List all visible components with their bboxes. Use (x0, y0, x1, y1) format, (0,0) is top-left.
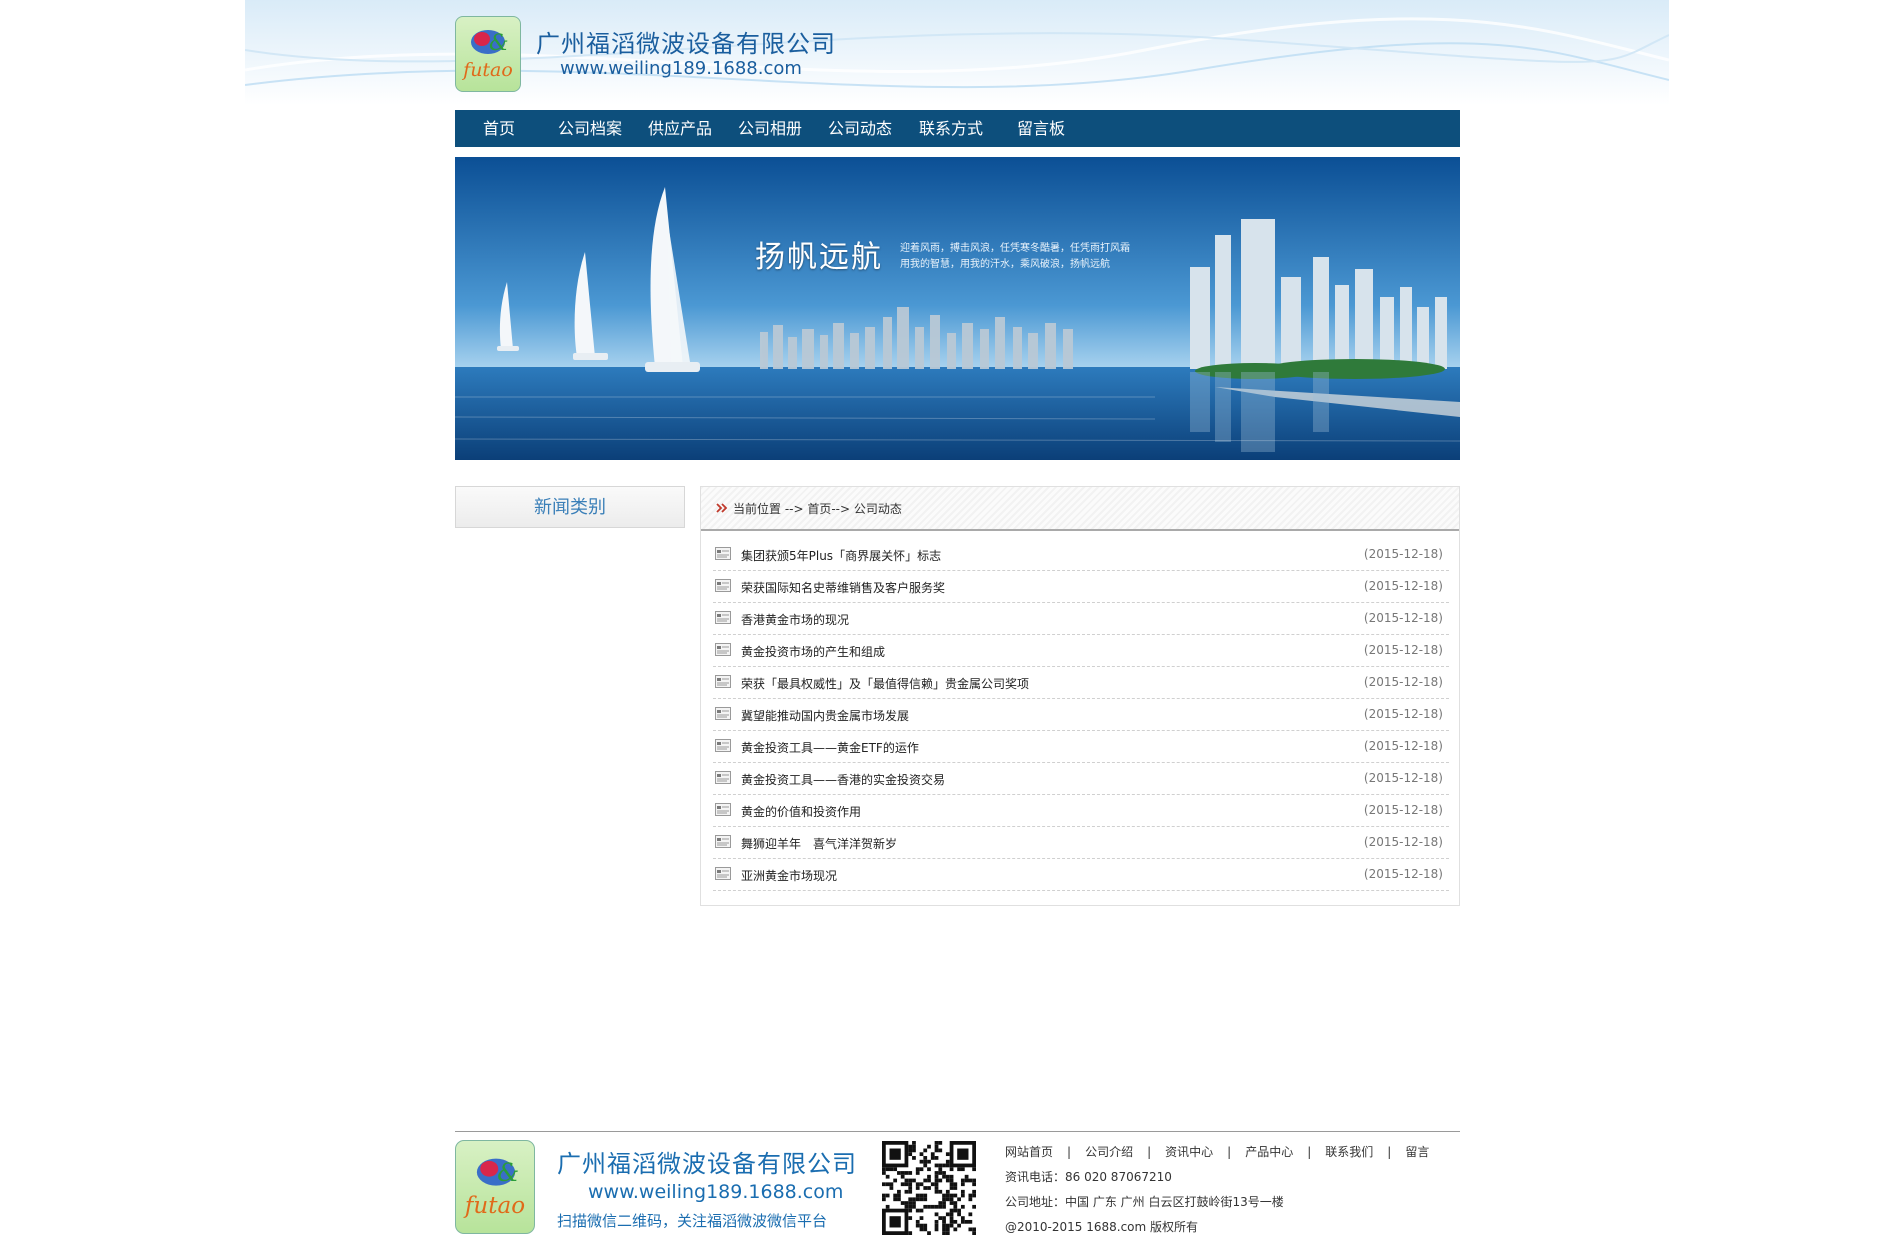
document-icon (715, 771, 731, 784)
main-nav: 首页 公司档案 供应产品 公司相册 公司动态 联系方式 留言板 (455, 110, 1460, 147)
footer-link-separator: | (1307, 1145, 1312, 1159)
document-icon (715, 739, 731, 752)
logo-text: futao (463, 59, 513, 81)
news-date: (2015-12-18) (1363, 739, 1443, 753)
news-title[interactable]: 亚洲黄金市场现况 (741, 867, 837, 884)
news-title[interactable]: 黄金投资市场的产生和组成 (741, 643, 885, 660)
news-list-item[interactable]: 舞狮迎羊年 喜气洋洋贺新岁 (2015-12-18) (713, 827, 1449, 859)
news-title[interactable]: 黄金投资工具——香港的实金投资交易 (741, 771, 945, 788)
news-title[interactable]: 荣获国际知名史蒂维销售及客户服务奖 (741, 579, 945, 596)
news-list: 集团获颁5年Plus「商界展关怀」标志 (2015-12-18) 荣获国际知名史蒂维… (713, 539, 1449, 891)
footer-divider (455, 1131, 1460, 1132)
breadcrumb: 当前位置 --> 首页--> 公司动态 (733, 502, 902, 516)
footer-link-separator: | (1387, 1145, 1392, 1159)
footer-link-home[interactable]: 网站首页 (1005, 1145, 1053, 1159)
nav-item-company-profile[interactable]: 公司档案 (558, 110, 622, 147)
document-icon (715, 547, 731, 560)
news-list-item[interactable]: 冀望能推动国内贵金属市场发展 (2015-12-18) (713, 699, 1449, 731)
footer-link-guestbook[interactable]: 留言 (1405, 1145, 1429, 1159)
news-list-item[interactable]: 香港黄金市场的现况 (2015-12-18) (713, 603, 1449, 635)
footer-logo-text: futao (464, 1193, 526, 1219)
news-date: (2015-12-18) (1363, 579, 1443, 593)
news-title[interactable]: 荣获「最具权威性」及「最值得信赖」贵金属公司奖项 (741, 675, 1029, 692)
news-title[interactable]: 舞狮迎羊年 喜气洋洋贺新岁 (741, 835, 897, 852)
footer-link-separator: | (1227, 1145, 1232, 1159)
footer-logo: & futao (455, 1140, 535, 1234)
news-list-item[interactable]: 亚洲黄金市场现况 (2015-12-18) (713, 859, 1449, 891)
news-date: (2015-12-18) (1363, 803, 1443, 817)
document-icon (715, 643, 731, 656)
double-chevron-right-icon (716, 503, 728, 513)
document-icon (715, 579, 731, 592)
banner-illustration (455, 157, 1460, 460)
news-panel: 当前位置 --> 首页--> 公司动态 集团获颁5年Plus「商界展关怀」标志 (… (700, 486, 1460, 906)
news-title[interactable]: 冀望能推动国内贵金属市场发展 (741, 707, 909, 724)
footer-address: 公司地址：中国 广东 广州 白云区打鼓岭街13号一楼 (1005, 1195, 1284, 1209)
news-list-item[interactable]: 黄金投资工具——黄金ETF的运作 (2015-12-18) (713, 731, 1449, 763)
news-date: (2015-12-18) (1363, 707, 1443, 721)
document-icon (715, 707, 731, 720)
hero-banner: 扬帆远航 迎着风雨，搏击风浪，任凭寒冬酷暑，任凭雨打风霜 用我的智慧，用我的汗水… (455, 157, 1460, 460)
footer-link-separator: | (1147, 1145, 1152, 1159)
document-icon (715, 803, 731, 816)
company-name: 广州福滔微波设备有限公司 (536, 30, 836, 58)
banner-tagline-2: 用我的智慧，用我的汗水，乘风破浪，扬帆远航 (900, 259, 1110, 270)
banner-title: 扬帆远航 (755, 240, 883, 275)
footer-phone: 资讯电话：86 020 87067210 (1005, 1170, 1172, 1184)
news-date: (2015-12-18) (1363, 771, 1443, 785)
document-icon (715, 611, 731, 624)
banner-tagline-1: 迎着风雨，搏击风浪，任凭寒冬酷暑，任凭雨打风霜 (900, 243, 1130, 254)
wechat-qr-code-icon (882, 1141, 976, 1235)
news-date: (2015-12-18) (1363, 867, 1443, 881)
nav-item-products[interactable]: 供应产品 (648, 110, 712, 147)
svg-text:&: & (497, 1158, 519, 1187)
news-list-item[interactable]: 黄金投资工具——香港的实金投资交易 (2015-12-18) (713, 763, 1449, 795)
news-list-item[interactable]: 荣获「最具权威性」及「最值得信赖」贵金属公司奖项 (2015-12-18) (713, 667, 1449, 699)
document-icon (715, 835, 731, 848)
news-category-heading: 新闻类别 (455, 486, 685, 528)
nav-item-guestbook[interactable]: 留言板 (1017, 110, 1065, 147)
news-list-item[interactable]: 黄金的价值和投资作用 (2015-12-18) (713, 795, 1449, 827)
news-title[interactable]: 香港黄金市场的现况 (741, 611, 849, 628)
news-list-item[interactable]: 集团获颁5年Plus「商界展关怀」标志 (2015-12-18) (713, 539, 1449, 571)
svg-text:&: & (489, 31, 508, 56)
footer-link-separator: | (1067, 1145, 1072, 1159)
logo-emblem-icon: & (476, 1158, 519, 1187)
footer-link-contact[interactable]: 联系我们 (1325, 1145, 1373, 1159)
nav-item-news[interactable]: 公司动态 (828, 110, 892, 147)
nav-item-album[interactable]: 公司相册 (738, 110, 802, 147)
company-logo[interactable]: & futao (455, 16, 521, 92)
news-title[interactable]: 黄金投资工具——黄金ETF的运作 (741, 739, 919, 756)
footer-copyright: @2010-2015 1688.com 版权所有 (1005, 1220, 1199, 1234)
news-date: (2015-12-18) (1363, 643, 1443, 657)
document-icon (715, 675, 731, 688)
news-date: (2015-12-18) (1363, 835, 1443, 849)
footer-link-products[interactable]: 产品中心 (1245, 1145, 1293, 1159)
news-title[interactable]: 黄金的价值和投资作用 (741, 803, 861, 820)
footer-link-about[interactable]: 公司介绍 (1085, 1145, 1133, 1159)
document-icon (715, 867, 731, 880)
news-list-item[interactable]: 黄金投资市场的产生和组成 (2015-12-18) (713, 635, 1449, 667)
footer-company-name: 广州福滔微波设备有限公司 (557, 1150, 857, 1178)
footer-link-news[interactable]: 资讯中心 (1165, 1145, 1213, 1159)
company-url[interactable]: www.weiling189.1688.com (560, 58, 802, 79)
footer-links: 网站首页 | 公司介绍 | 资讯中心 | 产品中心 | 联系我们 | 留言 (1005, 1143, 1429, 1160)
nav-item-home[interactable]: 首页 (483, 110, 515, 147)
qr-caption: 扫描微信二维码，关注福滔微波微信平台 (557, 1212, 828, 1230)
breadcrumb-bar: 当前位置 --> 首页--> 公司动态 (701, 487, 1459, 531)
news-date: (2015-12-18) (1363, 611, 1443, 625)
news-date: (2015-12-18) (1363, 547, 1443, 561)
news-date: (2015-12-18) (1363, 675, 1443, 689)
news-list-item[interactable]: 荣获国际知名史蒂维销售及客户服务奖 (2015-12-18) (713, 571, 1449, 603)
footer-url[interactable]: www.weiling189.1688.com (588, 1181, 843, 1203)
logo-emblem-icon: & (471, 30, 508, 56)
news-title[interactable]: 集团获颁5年Plus「商界展关怀」标志 (741, 547, 941, 564)
nav-item-contact[interactable]: 联系方式 (919, 110, 983, 147)
